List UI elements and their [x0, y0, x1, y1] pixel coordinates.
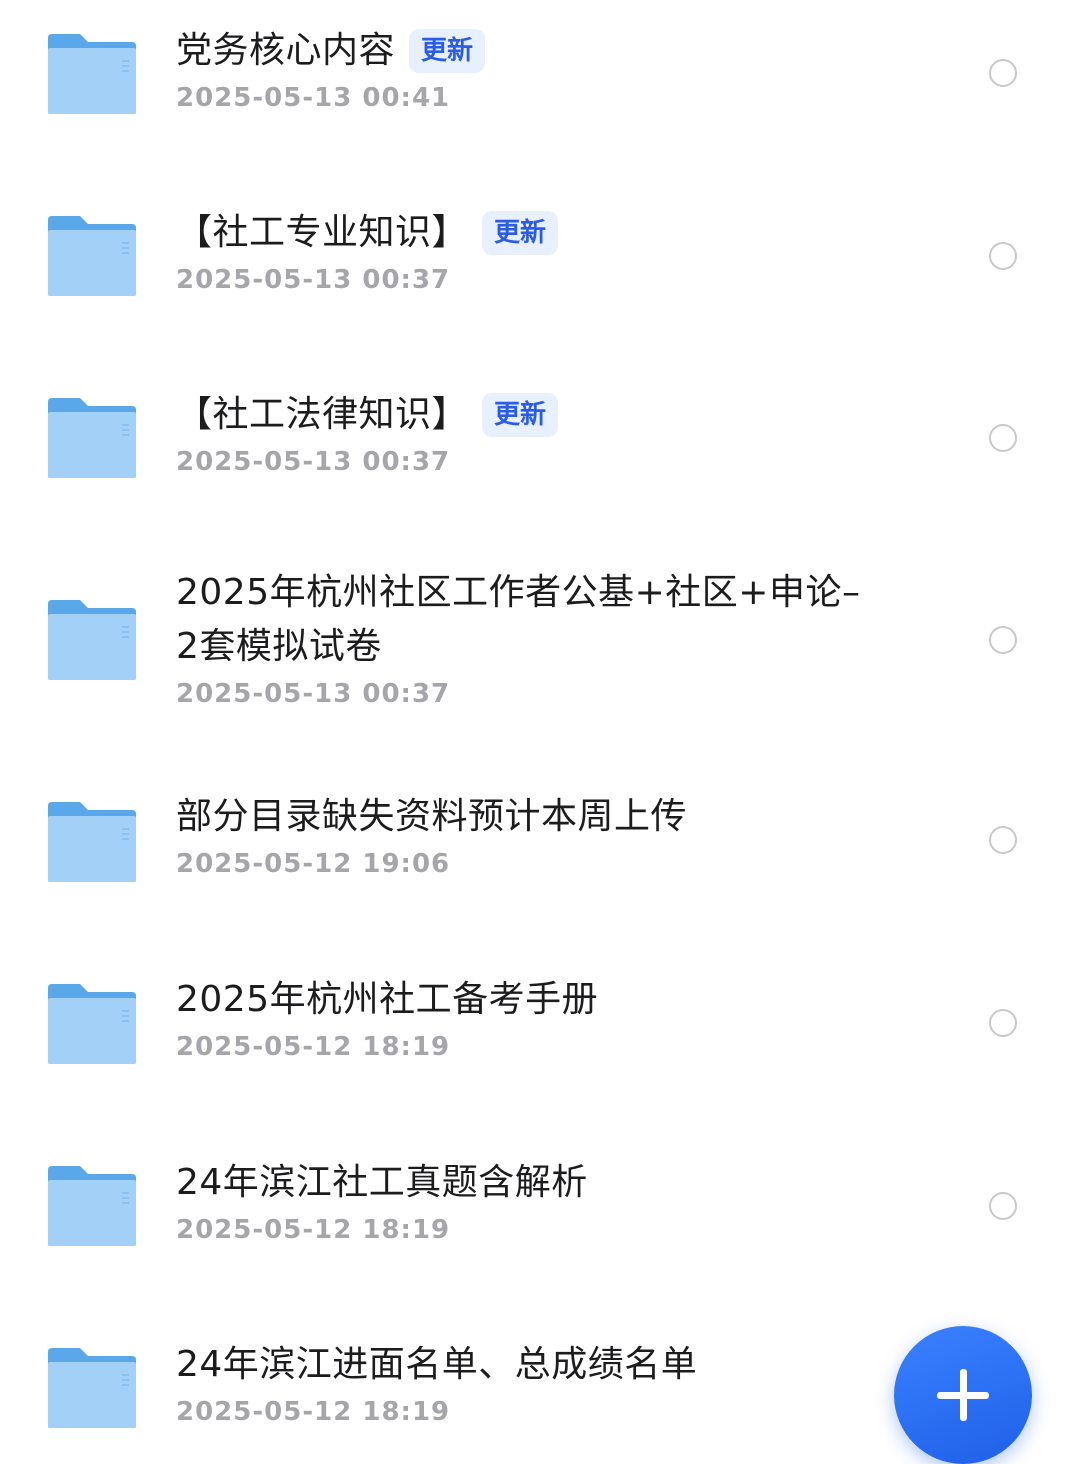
- file-date: 2025-05-12 18:19: [176, 1397, 451, 1427]
- file-date: 2025-05-12 18:19: [176, 1032, 451, 1062]
- file-list: 党务核心内容 更新 2025-05-13 00:41 【社工专业知识】 更新 2…: [0, 0, 1080, 1440]
- select-radio[interactable]: [989, 626, 1017, 654]
- file-title: 部分目录缺失资料预计本周上传: [176, 796, 688, 837]
- folder-icon: [46, 598, 138, 682]
- select-radio[interactable]: [989, 59, 1017, 87]
- file-date: 2025-05-13 00:37: [176, 679, 451, 709]
- file-title: 2025年杭州社区工作者公基+社区+申论–2套模拟试卷: [176, 572, 861, 667]
- update-badge: 更新: [409, 29, 486, 73]
- file-title: 【社工专业知识】: [176, 212, 469, 253]
- folder-icon: [46, 32, 138, 116]
- select-radio[interactable]: [989, 1192, 1017, 1220]
- select-radio[interactable]: [989, 1009, 1017, 1037]
- plus-icon: [960, 1369, 967, 1421]
- folder-icon: [46, 214, 138, 298]
- update-badge: 更新: [482, 211, 559, 255]
- folder-icon: [46, 800, 138, 884]
- add-button[interactable]: [894, 1326, 1032, 1464]
- file-date: 2025-05-13 00:41: [176, 83, 451, 113]
- folder-icon: [46, 982, 138, 1066]
- select-radio[interactable]: [989, 424, 1017, 452]
- update-badge: 更新: [482, 393, 559, 437]
- folder-icon: [46, 396, 138, 480]
- file-title: 2025年杭州社工备考手册: [176, 979, 599, 1020]
- file-date: 2025-05-12 18:19: [176, 1215, 451, 1245]
- select-radio[interactable]: [989, 242, 1017, 270]
- file-date: 2025-05-13 00:37: [176, 447, 451, 477]
- folder-icon: [46, 1164, 138, 1248]
- folder-icon: [46, 1346, 138, 1430]
- file-title: 党务核心内容: [176, 30, 396, 71]
- file-title: 【社工法律知识】: [176, 394, 469, 435]
- select-radio[interactable]: [989, 826, 1017, 854]
- file-title: 24年滨江社工真题含解析: [176, 1162, 588, 1203]
- file-title: 24年滨江进面名单、总成绩名单: [176, 1344, 698, 1385]
- file-date: 2025-05-12 19:06: [176, 849, 451, 879]
- file-date: 2025-05-13 00:37: [176, 265, 451, 295]
